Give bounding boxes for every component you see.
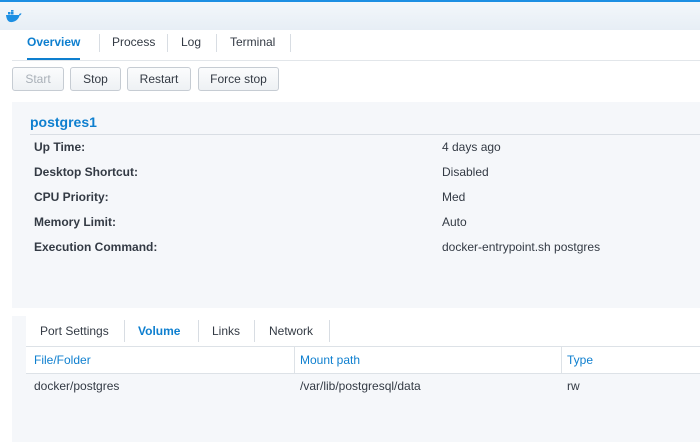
tab-process[interactable]: Process [112, 30, 155, 60]
tab-divider [99, 34, 100, 52]
title-bar [0, 0, 700, 30]
column-header-file-folder[interactable]: File/Folder [34, 353, 91, 367]
tab-volume[interactable]: Volume [138, 324, 180, 338]
tab-terminal[interactable]: Terminal [230, 30, 275, 60]
cell-type: rw [567, 379, 580, 393]
detail-value-desktop-shortcut: Disabled [442, 165, 489, 179]
tab-overview[interactable]: Overview [27, 30, 81, 60]
divider [30, 134, 700, 135]
main-tab-bar: Overview Process Log Terminal [12, 30, 700, 61]
volume-table-header: File/Folder Mount path Type [26, 347, 700, 374]
detail-value-memory-limit: Auto [442, 215, 467, 229]
tab-links[interactable]: Links [212, 324, 240, 338]
detail-tab-bar: Port Settings Volume Links Network [26, 316, 700, 347]
force-stop-button[interactable]: Force stop [198, 67, 279, 91]
column-header-mount-path[interactable]: Mount path [300, 353, 360, 367]
detail-label-desktop-shortcut: Desktop Shortcut: [34, 165, 139, 179]
tab-log[interactable]: Log [181, 30, 201, 60]
detail-label-cpu-priority: CPU Priority: [34, 190, 109, 204]
container-details-panel: postgres1 Up Time: 4 days ago Desktop Sh… [12, 102, 700, 308]
tab-network[interactable]: Network [269, 324, 313, 338]
detail-value-execution-command: docker-entrypoint.sh postgres [442, 240, 601, 254]
tab-divider [198, 320, 199, 342]
tab-divider [254, 320, 255, 342]
column-header-type[interactable]: Type [567, 353, 593, 367]
detail-label-uptime: Up Time: [34, 140, 86, 154]
tab-divider [216, 34, 217, 52]
stop-button[interactable]: Stop [70, 67, 121, 91]
column-divider[interactable] [561, 347, 562, 373]
tab-divider [329, 320, 330, 342]
detail-value-cpu-priority: Med [442, 190, 466, 204]
detail-label-memory-limit: Memory Limit: [34, 215, 117, 229]
table-row[interactable]: docker/postgres /var/lib/postgresql/data… [26, 374, 700, 398]
cell-file-folder: docker/postgres [34, 379, 120, 393]
tab-divider [290, 34, 291, 52]
start-button[interactable]: Start [12, 67, 64, 91]
detail-label-execution-command: Execution Command: [34, 240, 158, 254]
tab-divider [124, 320, 125, 342]
cell-mount-path: /var/lib/postgresql/data [300, 379, 421, 393]
detail-value-uptime: 4 days ago [442, 140, 501, 154]
container-name: postgres1 [30, 114, 97, 130]
tab-port-settings[interactable]: Port Settings [40, 324, 109, 338]
tab-divider [167, 34, 168, 52]
column-divider[interactable] [294, 347, 295, 373]
docker-whale-icon [6, 10, 22, 23]
volume-section: Port Settings Volume Links Network File/… [12, 316, 700, 442]
restart-button[interactable]: Restart [127, 67, 191, 91]
